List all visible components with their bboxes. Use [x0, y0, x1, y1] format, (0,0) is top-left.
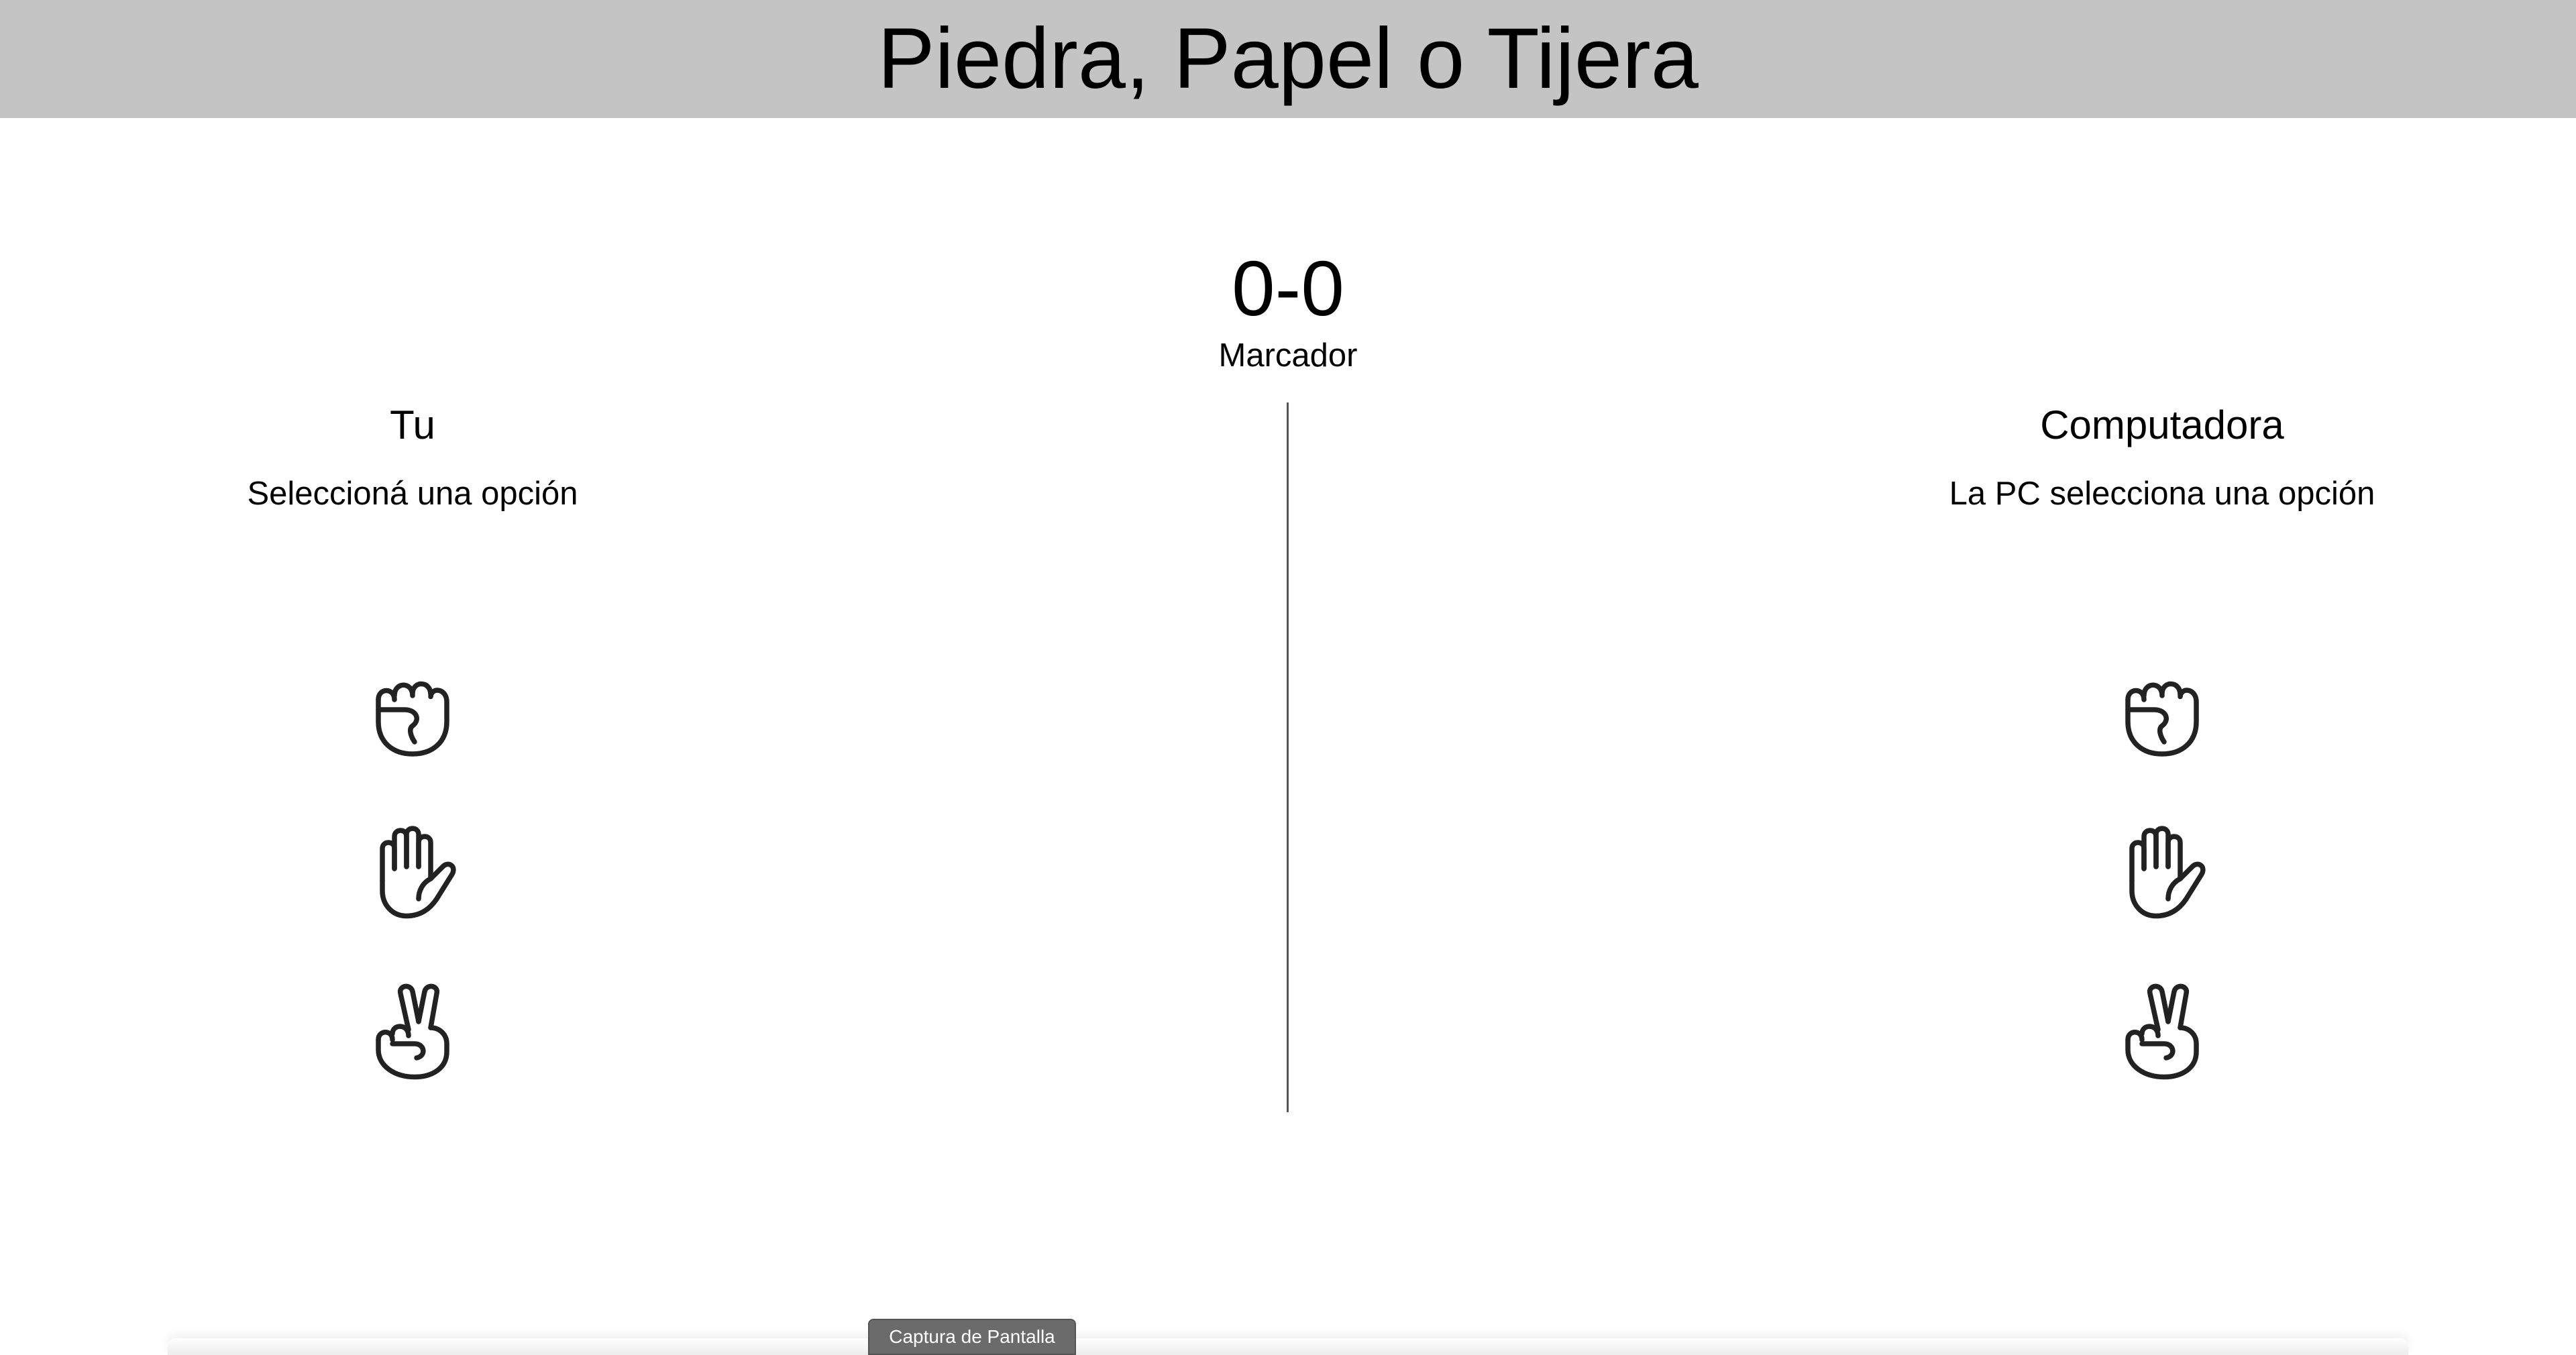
user-rock-button[interactable] — [359, 656, 466, 763]
header-bar: Piedra, Papel o Tijera — [0, 0, 2576, 118]
pc-panel-hint: La PC selecciona una opción — [1949, 476, 2375, 512]
pc-paper-option — [2108, 817, 2216, 924]
page-title: Piedra, Papel o Tijera — [877, 11, 1699, 107]
center-divider — [1287, 402, 1289, 1112]
capture-screenshot-button[interactable]: Captura de Pantalla — [868, 1319, 1076, 1355]
rock-fist-icon — [2125, 681, 2199, 757]
user-panel-title: Tu — [390, 402, 435, 447]
score-label: Marcador — [1218, 337, 1358, 374]
user-paper-button[interactable] — [359, 817, 466, 924]
user-scissors-button[interactable] — [359, 978, 466, 1085]
paper-hand-icon — [2129, 826, 2206, 919]
paper-hand-icon — [380, 826, 456, 919]
scissors-hand-icon — [2125, 983, 2199, 1080]
pc-rock-option — [2108, 656, 2216, 763]
pc-scissors-option — [2108, 978, 2216, 1085]
user-panel-hint: Seleccioná una opción — [247, 476, 578, 512]
capture-toolbar — [168, 1338, 2408, 1355]
pc-panel-title: Computadora — [2040, 402, 2284, 447]
rock-fist-icon — [376, 681, 449, 757]
score-value: 0-0 — [1232, 245, 1344, 332]
scissors-hand-icon — [376, 983, 449, 1080]
